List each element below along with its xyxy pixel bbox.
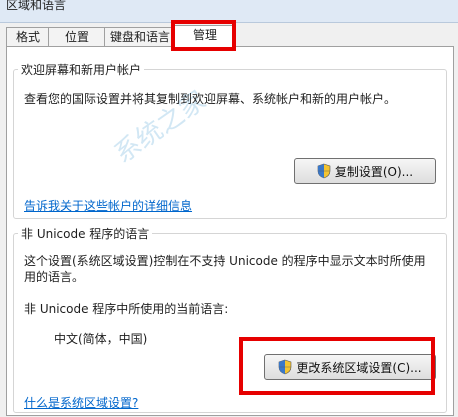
tab-highlight-box <box>171 20 236 51</box>
welcome-description: 查看您的国际设置并将其复制到欢迎屏幕、系统帐户和新的用户帐户。 <box>24 92 397 106</box>
copy-settings-label: 复制设置(O)... <box>334 164 414 179</box>
tab-location[interactable]: 位置 <box>48 27 106 46</box>
button-highlight-box <box>239 337 435 395</box>
current-language-label: 非 Unicode 程序中所使用的当前语言: <box>24 302 229 316</box>
tab-keyboard-language[interactable]: 键盘和语言 <box>104 27 176 46</box>
system-locale-info-link[interactable]: 什么是系统区域设置? <box>24 394 138 411</box>
current-language-value: 中文(简体，中国) <box>54 332 148 346</box>
welcome-group-title: 欢迎屏幕和新用户帐户 <box>18 61 145 78</box>
uac-shield-icon <box>317 163 331 179</box>
copy-settings-button[interactable]: 复制设置(O)... <box>294 158 436 184</box>
unicode-group-title: 非 Unicode 程序的语言 <box>18 225 153 242</box>
unicode-description-line1: 这个设置(系统区域设置)控制在不支持 Unicode 的程序中显示文本时所使用 <box>24 254 426 268</box>
unicode-description-line2: 用的语言。 <box>24 270 85 284</box>
welcome-group: 欢迎屏幕和新用户帐户 查看您的国际设置并将其复制到欢迎屏幕、系统帐户和新的用户帐… <box>13 61 447 219</box>
tab-format[interactable]: 格式 <box>6 27 50 46</box>
window-title: 区域和语言 <box>6 0 67 12</box>
accounts-info-link[interactable]: 告诉我关于这些帐户的详细信息 <box>24 197 192 214</box>
